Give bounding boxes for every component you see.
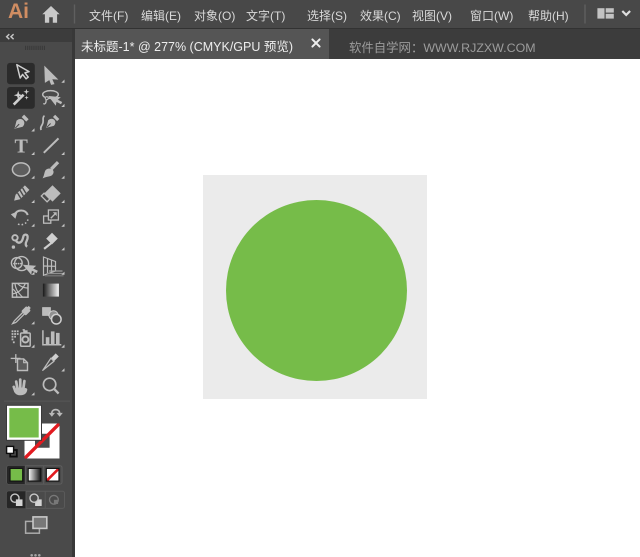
svg-text:T: T [15,136,29,158]
